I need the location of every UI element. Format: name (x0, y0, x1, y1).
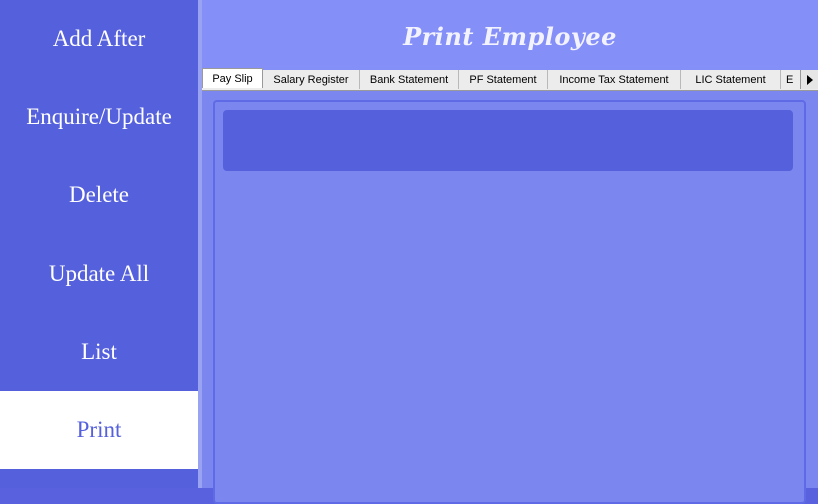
tab-label: Bank Statement (369, 73, 449, 86)
sidebar-item-enquire-update[interactable]: Enquire/Update (0, 78, 198, 156)
sidebar-item-list[interactable]: List (0, 313, 198, 391)
sidebar-item-label: Print (76, 417, 122, 442)
sidebar: Add After Enquire/Update Delete Update A… (0, 0, 198, 488)
sidebar-item-label: Enquire/Update (26, 104, 172, 129)
tab-label: Pay Slip (212, 72, 253, 85)
sidebar-item-add-after[interactable]: Add After (0, 0, 198, 78)
sidebar-item-label: Delete (68, 182, 129, 207)
sidebar-item-print[interactable]: Print (0, 391, 198, 469)
tab-pay-slip[interactable]: Pay Slip (202, 68, 263, 88)
tab-partial[interactable]: E (781, 70, 801, 89)
tab-pf-statement[interactable]: PF Statement (459, 70, 548, 89)
triangle-right-icon (806, 74, 813, 85)
tab-label: LIC Statement (695, 73, 766, 86)
tab-label: Salary Register (273, 73, 349, 86)
sidebar-item-label: Add After (52, 26, 146, 51)
sidebar-item-update-all[interactable]: Update All (0, 235, 198, 313)
sidebar-item-label: Update All (48, 261, 150, 286)
tab-income-tax-statement[interactable]: Income Tax Statement (548, 70, 681, 89)
print-panel (213, 100, 806, 504)
sidebar-item-delete[interactable]: Delete (0, 156, 198, 234)
tab-label: E (786, 73, 794, 86)
tab-bank-statement[interactable]: Bank Statement (360, 70, 459, 89)
tab-lic-statement[interactable]: LIC Statement (681, 70, 781, 89)
tab-label: PF Statement (469, 73, 537, 86)
tab-content (202, 91, 818, 504)
tab-label: Income Tax Statement (559, 73, 669, 86)
main-area: Print Employee Pay Slip Salary Register … (202, 0, 818, 504)
panel-header-bar (223, 110, 793, 171)
tab-salary-register[interactable]: Salary Register (263, 70, 360, 89)
tab-scroll-right-button[interactable] (800, 70, 818, 89)
tab-bar: Pay Slip Salary Register Bank Statement … (202, 68, 818, 91)
sidebar-item-label: List (81, 339, 117, 364)
page-title: Print Employee (403, 22, 617, 51)
